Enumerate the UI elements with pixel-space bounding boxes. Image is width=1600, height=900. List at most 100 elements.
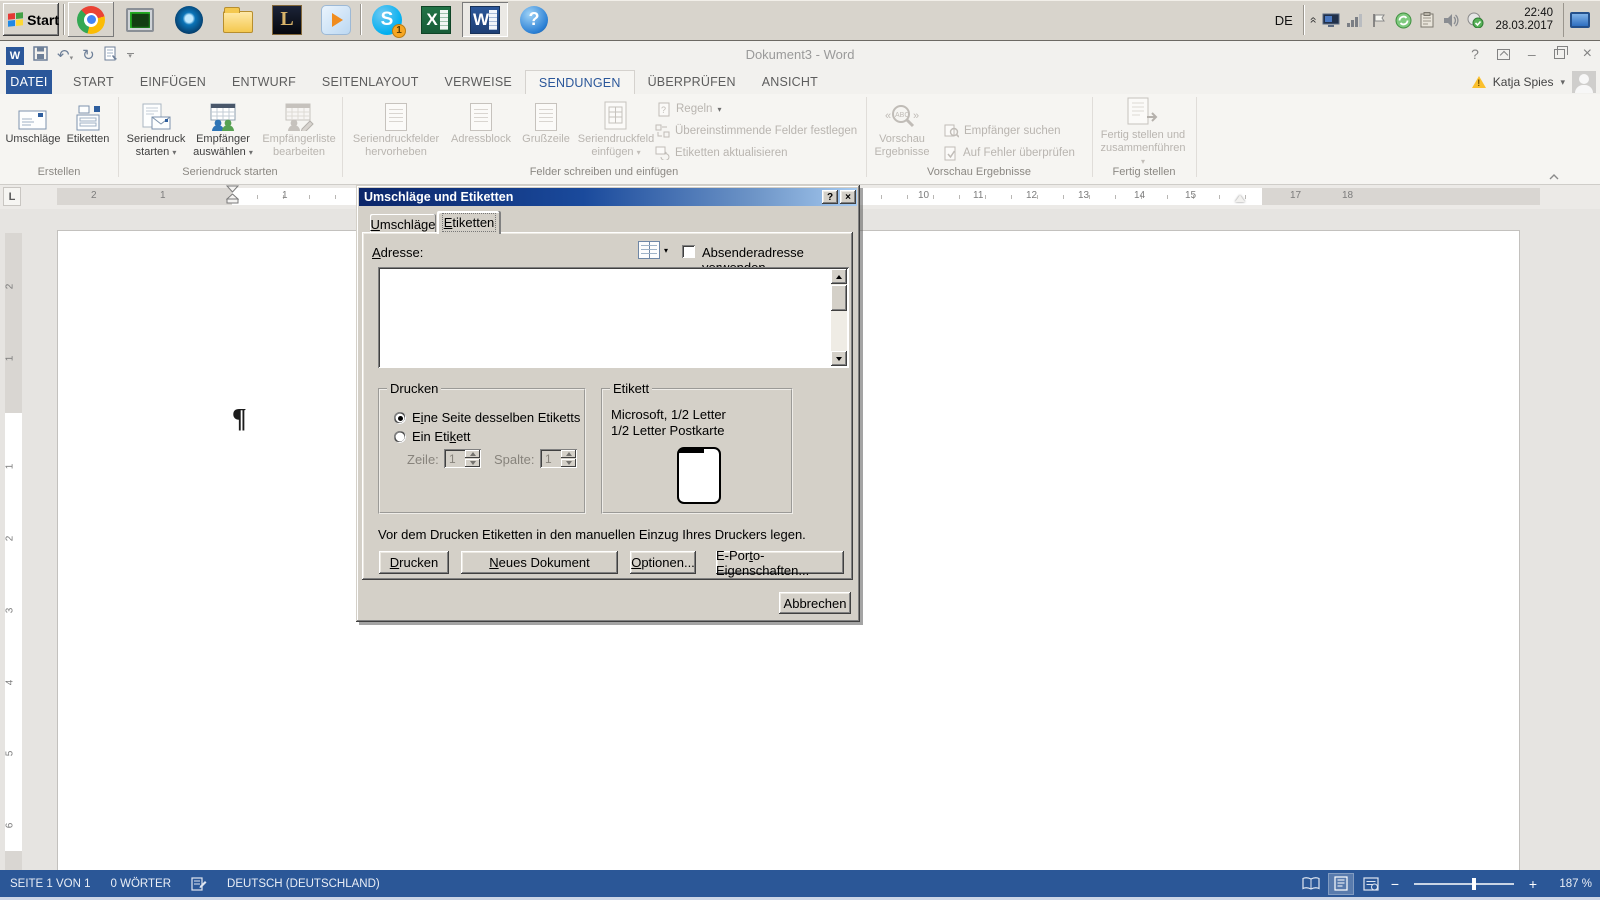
- auf-fehler-ueberpruefen-button[interactable]: Auf Fehler überprüfen: [944, 143, 1075, 163]
- adressblock-button[interactable]: Adressblock: [446, 97, 516, 163]
- optionen-button[interactable]: Optionen...: [630, 551, 696, 574]
- indent-markers[interactable]: [226, 185, 239, 210]
- taskbar-app-chrome[interactable]: [68, 2, 114, 37]
- ein-etikett-radio-label[interactable]: Ein Etikett: [412, 429, 471, 444]
- eine-seite-radio-label[interactable]: Eine Seite desselben Etiketts: [412, 410, 580, 425]
- tab-ueberpruefen[interactable]: ÜBERPRÜFEN: [635, 70, 749, 94]
- touch-mode-button[interactable]: [104, 46, 118, 66]
- adresse-textarea[interactable]: [378, 267, 849, 368]
- tab-einfuegen[interactable]: EINFÜGEN: [127, 70, 219, 94]
- seriendruckfeld-einfuegen-button[interactable]: Seriendruckfeld einfügen ▾: [576, 97, 656, 163]
- zoom-in-button[interactable]: +: [1526, 876, 1540, 892]
- show-desktop-button[interactable]: [1563, 3, 1597, 37]
- etiketten-button[interactable]: Etiketten: [62, 97, 114, 163]
- tray-clipboard-icon[interactable]: [1416, 10, 1438, 30]
- print-layout-button[interactable]: [1328, 873, 1354, 895]
- abbrechen-button[interactable]: Abbrechen: [779, 592, 851, 614]
- user-name[interactable]: Katja Spies: [1493, 75, 1554, 89]
- read-mode-button[interactable]: [1298, 873, 1324, 895]
- word-app-icon[interactable]: W: [6, 47, 24, 65]
- taskbar-app-help[interactable]: ?: [511, 2, 557, 37]
- save-button[interactable]: [33, 46, 48, 66]
- customize-qat-button[interactable]: ▾: [127, 53, 134, 59]
- address-book-button[interactable]: ▾: [638, 241, 668, 259]
- tab-verweise[interactable]: VERWEISE: [432, 70, 525, 94]
- zoom-out-button[interactable]: −: [1388, 876, 1402, 892]
- scroll-up-button[interactable]: [831, 269, 847, 284]
- collapse-ribbon-button[interactable]: [1548, 168, 1560, 176]
- textarea-scrollbar[interactable]: [831, 269, 847, 366]
- seriendruck-starten-button[interactable]: Seriendruck starten ▾: [124, 97, 188, 163]
- proofing-status[interactable]: [181, 870, 217, 897]
- spalte-spin-buttons[interactable]: [561, 450, 576, 467]
- language-indicator[interactable]: DE: [1265, 13, 1303, 28]
- taskbar-app-remote-desktop[interactable]: [117, 2, 163, 37]
- page-indicator[interactable]: SEITE 1 VON 1: [0, 870, 101, 897]
- eine-seite-radio[interactable]: [394, 412, 406, 424]
- web-layout-button[interactable]: [1358, 873, 1384, 895]
- spalte-spinner[interactable]: 1: [540, 449, 577, 468]
- help-button[interactable]: ?: [1471, 46, 1479, 62]
- empfaenger-suchen-button[interactable]: Empfänger suchen: [944, 121, 1061, 141]
- tab-ansicht[interactable]: ANSICHT: [749, 70, 831, 94]
- taskbar-app-word[interactable]: W: [462, 2, 508, 37]
- start-button[interactable]: Start: [3, 3, 59, 36]
- tab-entwurf[interactable]: ENTWURF: [219, 70, 309, 94]
- dialog-titlebar[interactable]: Umschläge und Etiketten: [359, 188, 857, 206]
- label-preview-image[interactable]: [677, 447, 721, 504]
- tray-display-icon[interactable]: [1320, 10, 1342, 30]
- dialog-close-button[interactable]: ×: [840, 190, 856, 204]
- taskbar-app-excel[interactable]: X: [413, 2, 459, 37]
- right-indent-marker[interactable]: [1235, 195, 1245, 202]
- close-button[interactable]: ×: [1583, 45, 1592, 63]
- tray-volume-icon[interactable]: [1440, 10, 1462, 30]
- scroll-thumb[interactable]: [831, 285, 847, 311]
- zeile-spin-buttons[interactable]: [465, 450, 480, 467]
- show-hidden-icons-chevron[interactable]: »: [1305, 17, 1319, 24]
- grusszeile-button[interactable]: Grußzeile: [518, 97, 574, 163]
- uebereinstimmende-felder-button[interactable]: Übereinstimmende Felder festlegen: [655, 121, 857, 141]
- dialog-tab-umschlaege[interactable]: Umschläge: [370, 214, 436, 234]
- user-avatar[interactable]: [1572, 71, 1596, 93]
- neues-dokument-button[interactable]: Neues Dokument: [461, 551, 618, 574]
- taskbar-app-league-of-legends[interactable]: L: [264, 2, 310, 37]
- zoom-slider[interactable]: [1414, 883, 1514, 885]
- taskbar-app-daemon-tools[interactable]: [166, 2, 212, 37]
- etiketten-aktualisieren-button[interactable]: Etiketten aktualisieren: [655, 143, 788, 163]
- empfaengerliste-bearbeiten-button[interactable]: Empfängerliste bearbeiten: [258, 97, 340, 163]
- drucken-button[interactable]: Drucken: [379, 551, 449, 574]
- restore-button[interactable]: [1554, 49, 1565, 59]
- ein-etikett-radio[interactable]: [394, 431, 406, 443]
- word-count[interactable]: 0 WÖRTER: [101, 870, 182, 897]
- user-dropdown-caret-icon[interactable]: ▾: [1560, 77, 1565, 88]
- seriendruckfelder-hervorheben-button[interactable]: Seriendruckfelder hervorheben: [348, 97, 444, 163]
- fertig-stellen-button[interactable]: Fertig stellen und zusammenführen ▾: [1098, 97, 1188, 163]
- tray-security-icon[interactable]: [1464, 10, 1486, 30]
- tab-stop-selector[interactable]: L: [3, 187, 21, 206]
- empfaenger-auswaehlen-button[interactable]: Empfänger auswählen ▾: [190, 97, 256, 163]
- tab-sendungen[interactable]: SENDUNGEN: [525, 70, 635, 94]
- tab-datei[interactable]: DATEI: [6, 70, 52, 94]
- scroll-down-button[interactable]: [831, 351, 847, 366]
- taskbar-app-file-explorer[interactable]: [215, 2, 261, 37]
- dialog-help-button[interactable]: ?: [822, 190, 838, 204]
- language-status[interactable]: DEUTSCH (DEUTSCHLAND): [217, 870, 390, 897]
- tray-network-signal-icon[interactable]: [1344, 10, 1366, 30]
- zoom-level[interactable]: 187 %: [1544, 878, 1592, 890]
- undo-button[interactable]: ↶▾: [57, 47, 73, 65]
- tray-sync-icon[interactable]: [1392, 10, 1414, 30]
- eporto-eigenschaften-button[interactable]: E-Porto-Eigenschaften...: [716, 551, 844, 574]
- regeln-button[interactable]: ? Regeln ▾: [658, 99, 721, 119]
- minimize-button[interactable]: –: [1528, 46, 1536, 62]
- umschlaege-button[interactable]: Umschläge: [6, 97, 60, 163]
- dialog-tab-etiketten[interactable]: Etiketten: [437, 211, 501, 234]
- tray-flag-icon[interactable]: [1368, 10, 1390, 30]
- taskbar-app-media-player[interactable]: [313, 2, 359, 37]
- absenderadresse-checkbox[interactable]: [682, 245, 695, 258]
- tab-start[interactable]: START: [60, 70, 127, 94]
- zeile-spinner[interactable]: 1: [444, 449, 481, 468]
- zoom-slider-thumb[interactable]: [1472, 878, 1476, 890]
- tab-seitenlayout[interactable]: SEITENLAYOUT: [309, 70, 432, 94]
- ribbon-display-options-button[interactable]: [1497, 49, 1510, 60]
- vorschau-ergebnisse-button[interactable]: «ABC» Vorschau Ergebnisse: [872, 97, 932, 163]
